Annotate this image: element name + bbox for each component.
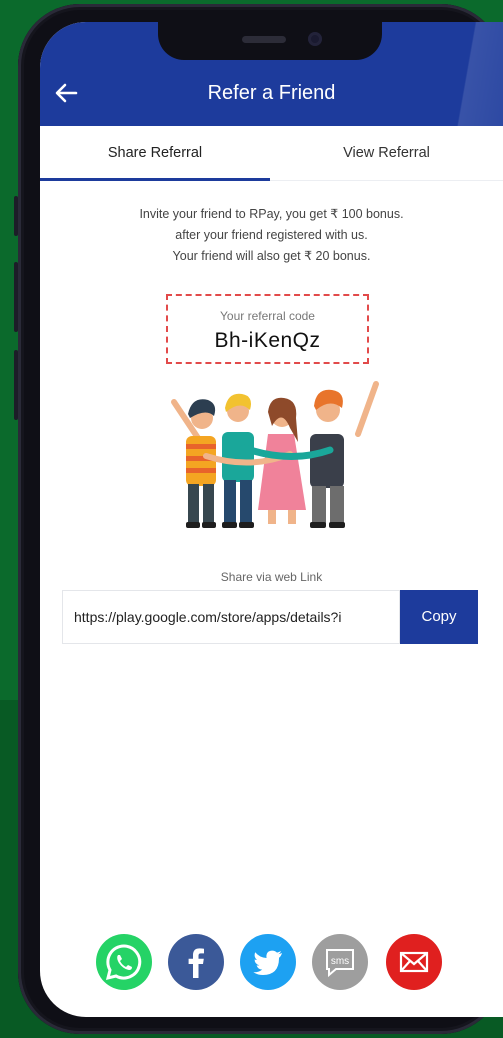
phone-side-button <box>14 350 18 420</box>
sms-icon: sms <box>312 934 368 990</box>
invite-message: Invite your friend to RPay, you get ₹ 10… <box>40 204 503 267</box>
whatsapp-icon <box>96 934 152 990</box>
whatsapp-share-button[interactable] <box>96 934 152 990</box>
invite-line: after your friend registered with us. <box>175 228 368 242</box>
sms-share-button[interactable]: sms <box>312 934 368 990</box>
phone-side-button <box>14 262 18 332</box>
referral-code-box: Your referral code Bh-iKenQz <box>166 294 369 364</box>
email-share-button[interactable] <box>386 934 442 990</box>
friends-illustration <box>171 381 379 528</box>
active-tab-indicator <box>40 178 270 181</box>
front-camera <box>308 32 322 46</box>
facebook-icon <box>168 934 224 990</box>
tab-share-referral[interactable]: Share Referral <box>40 126 270 180</box>
twitter-share-button[interactable] <box>240 934 296 990</box>
app-screen: Refer a Friend Share Referral View Refer… <box>40 22 503 1017</box>
phone-notch <box>158 22 382 60</box>
phone-side-button <box>14 196 18 236</box>
referral-code[interactable]: Bh-iKenQz <box>168 329 367 353</box>
tab-bar: Share Referral View Referral <box>40 126 503 181</box>
share-link-label: Share via web Link <box>220 570 323 584</box>
header-decoration <box>413 22 503 126</box>
speaker <box>242 36 286 43</box>
referral-code-label: Your referral code <box>220 309 315 323</box>
tab-view-referral[interactable]: View Referral <box>270 126 503 180</box>
facebook-share-button[interactable] <box>168 934 224 990</box>
email-icon <box>386 934 442 990</box>
app-header: Refer a Friend <box>40 22 503 126</box>
twitter-icon <box>240 934 296 990</box>
copy-button[interactable]: Copy <box>400 590 478 644</box>
invite-line: Your friend will also get ₹ 20 bonus. <box>172 249 371 263</box>
share-link-field[interactable]: https://play.google.com/store/apps/detai… <box>62 590 400 644</box>
invite-line: Invite your friend to RPay, you get ₹ 10… <box>139 207 404 221</box>
sms-icon-label: sms <box>331 956 349 967</box>
page-title: Refer a Friend <box>207 82 336 104</box>
